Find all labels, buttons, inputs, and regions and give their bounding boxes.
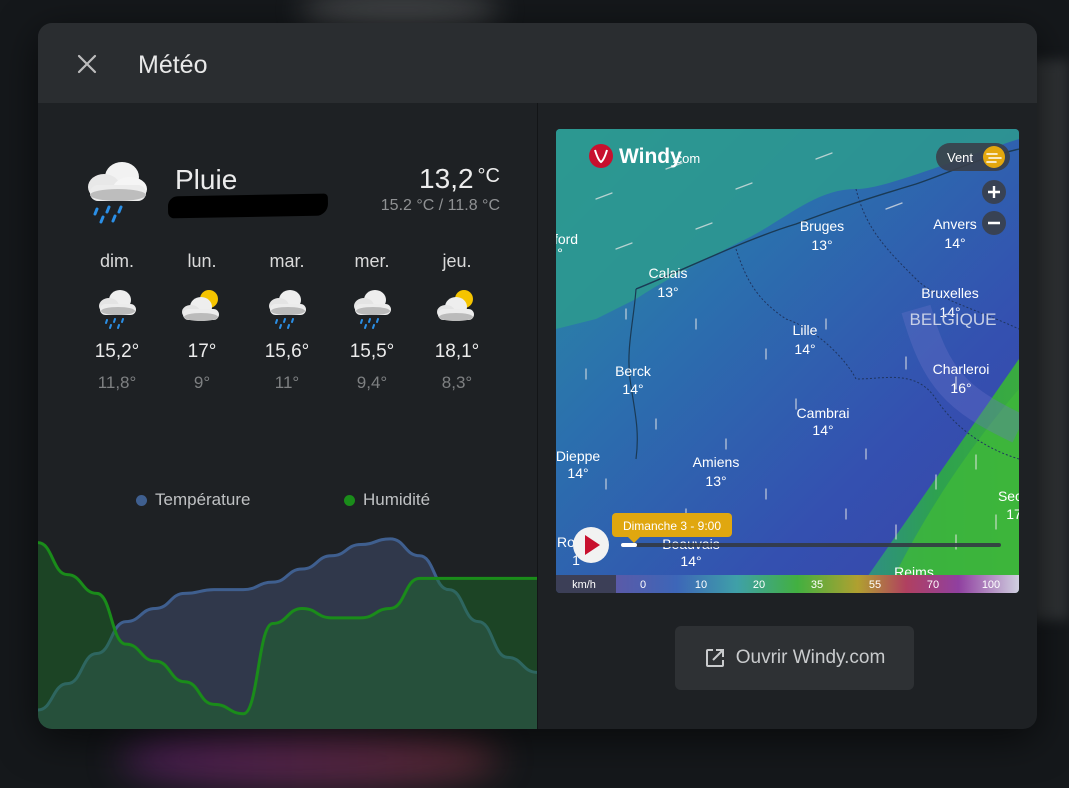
forecast-high: 17° <box>187 341 217 362</box>
city-calais-temp: 13° <box>657 284 678 300</box>
weather-panel: Pluie 13,2 °C 15.2 °C / 11.8 °C dim. 15,2… <box>38 103 537 729</box>
wind-scale: km/h 0 10 20 35 55 70 100 <box>556 575 1019 593</box>
forecast-low: 9° <box>193 373 211 392</box>
redacted-location <box>167 193 329 219</box>
city-charleroi: Charleroi <box>933 361 990 377</box>
open-windy-label: Ouvrir Windy.com <box>735 647 886 668</box>
temperature-unit: °C <box>477 165 500 187</box>
zoom-out-button[interactable] <box>982 211 1006 235</box>
background-glow-bottom <box>120 728 500 788</box>
legend-humidity-dot <box>344 494 355 506</box>
city-cambrai-temp: 14° <box>812 422 833 438</box>
weather-dialog: Météo Pluie 13,2 °C 15.2 °C / 11.8 °C dim… <box>38 23 1037 729</box>
current-temperature-value: 13,2 <box>419 163 474 194</box>
current-condition: Pluie <box>175 164 238 195</box>
scale-tick: 20 <box>753 579 765 591</box>
cloud-rain-icon <box>99 290 136 329</box>
city-lille: Lille <box>793 322 818 338</box>
dialog-header: Météo <box>38 23 1037 103</box>
wind-icon <box>983 146 1005 168</box>
forecast-day: lun. 17° 9° <box>159 251 245 393</box>
city-anvers-temp: 14° <box>944 235 965 251</box>
forecast-day-name: dim. <box>99 251 134 271</box>
city-ford-temp: ° <box>557 245 563 261</box>
forecast-high: 15,2° <box>94 341 140 362</box>
map-panel: Bruges 13° Anvers 14° Calais 13° Bruxell… <box>538 103 1037 729</box>
open-windy-button[interactable]: Ouvrir Windy.com <box>675 626 914 690</box>
cloud-rain-icon <box>269 290 306 329</box>
layer-selector[interactable]: Vent <box>936 143 1010 171</box>
city-anvers: Anvers <box>933 216 977 232</box>
forecast-low: 9,4° <box>356 373 388 392</box>
forecast-low: 8,3° <box>441 373 473 392</box>
time-slider[interactable] <box>621 543 1001 547</box>
scale-tick: 10 <box>695 579 707 591</box>
series-area-humidity <box>38 542 537 729</box>
forecast-high: 15,5° <box>349 341 395 362</box>
legend-temperature-dot <box>136 494 147 506</box>
cloud-sun-icon <box>437 290 474 321</box>
city-calais: Calais <box>649 265 688 281</box>
city-dieppe-temp: 14° <box>567 465 588 481</box>
windy-map[interactable]: Bruges 13° Anvers 14° Calais 13° Bruxell… <box>556 129 1019 593</box>
forecast-day-name: mer. <box>354 251 390 271</box>
scale-tick: 100 <box>982 579 1000 591</box>
current-temperature: 13,2 °C <box>419 163 500 195</box>
city-ro: Ro <box>557 534 575 550</box>
dialog-title: Météo <box>138 51 208 79</box>
city-charleroi-temp: 16° <box>950 380 971 396</box>
temperature-humidity-chart <box>38 537 537 729</box>
cloud-rain-icon <box>354 290 391 329</box>
forecast-high: 18,1° <box>434 341 480 362</box>
daily-forecast: dim. 15,2° 11,8° lun. 17° 9° mar. 15,6° … <box>74 251 514 401</box>
city-bruges: Bruges <box>800 218 844 234</box>
time-label: Dimanche 3 - 9:00 <box>623 519 721 533</box>
city-sec: Sec <box>998 488 1019 504</box>
forecast-day: mar. 15,6° 11° <box>244 251 330 393</box>
city-amiens-temp: 13° <box>705 473 726 489</box>
layer-label: Vent <box>947 150 973 165</box>
forecast-day-name: jeu. <box>442 251 472 271</box>
scale-tick: 0 <box>640 579 646 591</box>
temperature-range: 15.2 °C / 11.8 °C <box>380 197 500 214</box>
city-amiens: Amiens <box>693 454 740 470</box>
forecast-day: dim. 15,2° 11,8° <box>74 251 160 393</box>
windy-brand-suffix: .com <box>672 151 700 166</box>
city-berck: Berck <box>615 363 652 379</box>
scale-unit: km/h <box>572 579 596 591</box>
legend-temperature-label: Température <box>155 490 251 509</box>
forecast-day: mer. 15,5° 9,4° <box>329 251 415 393</box>
close-icon <box>77 54 97 74</box>
forecast-day-name: mar. <box>269 251 305 271</box>
forecast-day: jeu. 18,1° 8,3° <box>414 251 500 393</box>
city-beauvais-temp: 14° <box>680 553 701 569</box>
scale-tick: 35 <box>811 579 823 591</box>
external-link-icon <box>705 649 724 667</box>
forecast-high: 15,6° <box>264 341 310 362</box>
forecast-day-name: lun. <box>187 251 217 271</box>
city-cambrai: Cambrai <box>797 405 850 421</box>
legend-humidity-label: Humidité <box>363 490 431 509</box>
city-sec-temp: 17 <box>1006 506 1019 522</box>
legend-humidity[interactable]: Humidité <box>344 490 430 510</box>
country-label: BELGIQUE <box>910 310 997 329</box>
cloud-sun-icon <box>182 290 219 321</box>
cloud-rain-icon <box>88 162 147 224</box>
zoom-in-button[interactable] <box>982 180 1006 204</box>
city-dieppe: Dieppe <box>556 448 600 464</box>
wind-map-canvas: Bruges 13° Anvers 14° Calais 13° Bruxell… <box>556 129 1019 593</box>
close-button[interactable] <box>72 49 102 79</box>
scale-tick: 70 <box>927 579 939 591</box>
legend-temperature[interactable]: Température <box>136 490 250 510</box>
play-button[interactable] <box>573 527 609 563</box>
city-bruxelles: Bruxelles <box>921 285 979 301</box>
scale-tick: 55 <box>869 579 881 591</box>
forecast-low: 11° <box>274 373 300 392</box>
city-berck-temp: 14° <box>622 381 643 397</box>
city-bruges-temp: 13° <box>811 237 832 253</box>
city-lille-temp: 14° <box>794 341 815 357</box>
forecast-low: 11,8° <box>97 373 137 392</box>
